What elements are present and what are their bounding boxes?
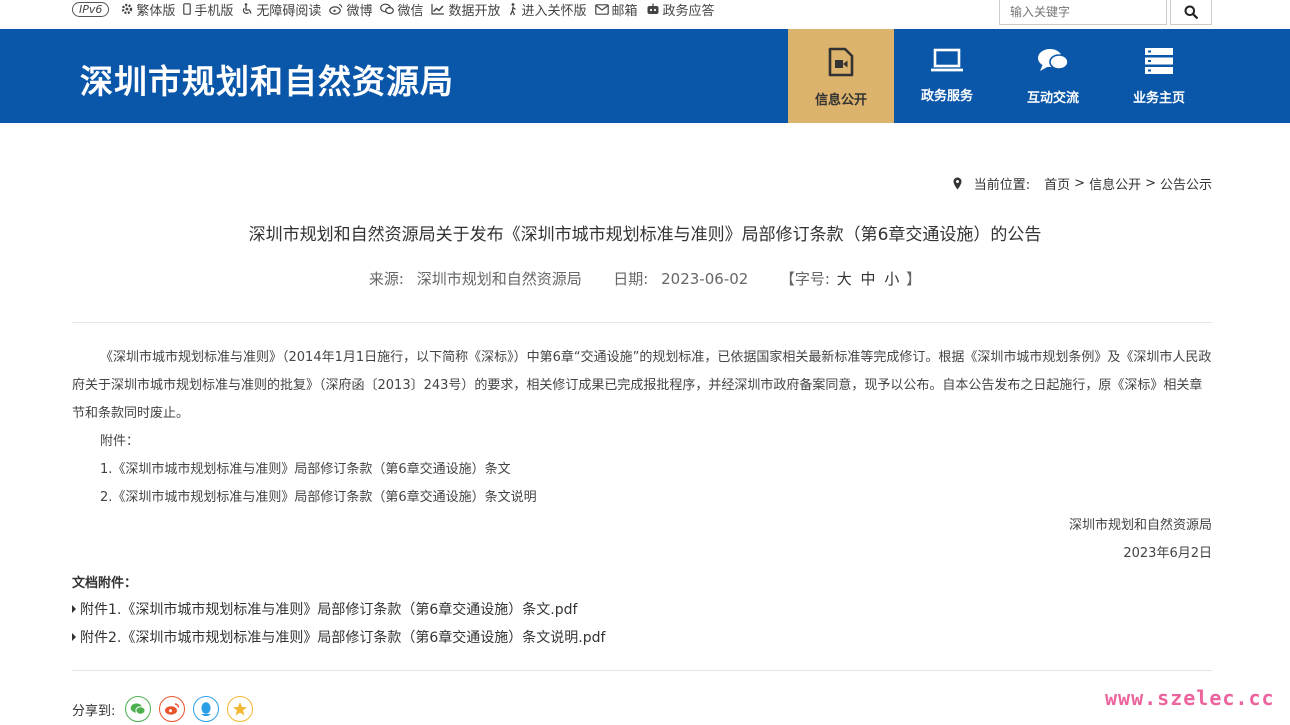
nav-business-home[interactable]: 业务主页 xyxy=(1106,29,1212,123)
font-size-medium[interactable]: 中 xyxy=(861,270,876,288)
top-utility-bar: IPv6 繁体版 手机版 无障碍阅读 微博 微信 数据开放 进入关怀版 邮箱 政… xyxy=(0,0,1290,29)
ipv6-badge: IPv6 xyxy=(72,1,110,17)
divider xyxy=(72,322,1212,323)
breadcrumb-home[interactable]: 首页 xyxy=(1044,174,1070,193)
source-value: 深圳市规划和自然资源局 xyxy=(416,270,582,288)
qq-penguin-icon xyxy=(201,702,212,716)
article-content: 《深圳市城市规划标准与准则》（2014年1月1日施行，以下简称《深标》）中第6章… xyxy=(72,344,1212,568)
divider xyxy=(72,670,1212,671)
share-label: 分享到: xyxy=(72,703,116,719)
share-wechat-button[interactable] xyxy=(125,696,152,722)
share-qq-button[interactable] xyxy=(193,696,220,722)
nav-government-services[interactable]: 政务服务 xyxy=(894,29,1000,123)
nav-info-disclosure[interactable]: 信息公开 xyxy=(788,29,894,123)
wechat-icon xyxy=(380,3,395,15)
file-attachments-heading: 文档附件： xyxy=(72,576,138,591)
font-size-bracket: 】 xyxy=(906,270,922,288)
date-value: 2023-06-02 xyxy=(661,270,749,288)
font-size-large[interactable]: 大 xyxy=(837,270,852,288)
server-list-icon xyxy=(1145,48,1173,74)
breadcrumb-separator: > xyxy=(1074,176,1086,191)
wechat-icon xyxy=(131,703,146,715)
mailbox-link[interactable]: 邮箱 xyxy=(594,0,638,19)
robot-icon xyxy=(647,3,659,14)
source-label: 来源: xyxy=(368,270,404,288)
wechat-link[interactable]: 微信 xyxy=(380,0,423,19)
file-attachment-link[interactable]: 附件1.《深圳市城市规划标准与准则》局部修订条款（第6章交通设施）条文.pdf xyxy=(72,599,577,619)
article-title: 深圳市规划和自然资源局关于发布《深圳市城市规划标准与准则》局部修订条款（第6章交… xyxy=(248,225,1042,245)
site-title[interactable]: 深圳市规划和自然资源局 xyxy=(80,55,454,103)
nav-label: 政务服务 xyxy=(920,89,973,104)
laptop-icon xyxy=(931,48,963,72)
file-attachment-link[interactable]: 附件2.《深圳市城市规划标准与准则》局部修订条款（第6章交通设施）条文说明.pd… xyxy=(72,627,605,647)
article-meta: 来源: 深圳市规划和自然资源局 日期: 2023-06-02 【字号: 大 中 … xyxy=(0,268,1290,289)
main-nav: 信息公开 政务服务 互动交流 业务主页 xyxy=(788,29,1212,123)
attachments-label: 附件： xyxy=(100,434,140,449)
caret-right-icon xyxy=(72,633,76,641)
elder-care-version-link[interactable]: 进入关怀版 xyxy=(508,0,587,19)
font-size-label: 【字号: xyxy=(779,270,830,288)
nav-interaction[interactable]: 互动交流 xyxy=(1000,29,1106,123)
line-chart-icon xyxy=(431,4,445,15)
nav-label: 互动交流 xyxy=(1026,91,1079,106)
share-bar: 分享到: xyxy=(72,696,261,722)
location-pin-icon xyxy=(953,177,962,190)
gear-icon xyxy=(122,3,133,15)
watermark: www.szelec.cc xyxy=(1105,686,1275,710)
mobile-icon xyxy=(183,3,192,15)
font-size-small[interactable]: 小 xyxy=(884,270,899,288)
search-button[interactable] xyxy=(1170,0,1212,25)
star-icon xyxy=(233,702,248,716)
open-data-link[interactable]: 数据开放 xyxy=(431,0,500,19)
utility-links: IPv6 繁体版 手机版 无障碍阅读 微博 微信 数据开放 进入关怀版 邮箱 政… xyxy=(72,0,723,19)
site-header: 深圳市规划和自然资源局 信息公开 政务服务 互动交流 业务主页 xyxy=(0,29,1290,123)
attachment-line: 1.《深圳市城市规划标准与准则》局部修订条款（第6章交通设施）条文 xyxy=(100,462,511,477)
mobile-version-link[interactable]: 手机版 xyxy=(183,0,233,19)
traditional-chinese-link[interactable]: 繁体版 xyxy=(121,0,175,19)
government-qa-link[interactable]: 政务应答 xyxy=(646,0,715,19)
accessibility-link[interactable]: 无障碍阅读 xyxy=(241,0,321,19)
share-weibo-button[interactable] xyxy=(159,696,186,722)
signature: 深圳市规划和自然资源局 xyxy=(1068,518,1212,533)
article-paragraph: 《深圳市城市规划标准与准则》（2014年1月1日施行，以下简称《深标》）中第6章… xyxy=(72,350,1212,421)
breadcrumb-label: 当前位置: xyxy=(973,178,1031,193)
wheelchair-icon xyxy=(243,3,253,15)
breadcrumb: 当前位置: 首页 > 信息公开 > 公告公示 xyxy=(953,174,1212,193)
sign-date: 2023年6月2日 xyxy=(1123,546,1212,561)
mail-icon xyxy=(594,3,609,15)
nav-label: 业务主页 xyxy=(1132,91,1185,106)
weibo-link[interactable]: 微博 xyxy=(329,0,372,19)
search-input[interactable] xyxy=(999,0,1167,25)
chat-bubbles-icon xyxy=(1038,49,1069,71)
search-icon xyxy=(1184,5,1198,19)
breadcrumb-announcements[interactable]: 公告公示 xyxy=(1160,174,1212,193)
breadcrumb-separator: > xyxy=(1145,176,1156,191)
document-video-icon xyxy=(828,47,854,77)
share-qzone-button[interactable] xyxy=(227,696,254,722)
walking-person-icon xyxy=(510,2,517,15)
caret-right-icon xyxy=(72,605,76,613)
attachment-line: 2.《深圳市城市规划标准与准则》局部修订条款（第6章交通设施）条文说明 xyxy=(100,490,537,505)
nav-label: 信息公开 xyxy=(814,93,867,108)
breadcrumb-info-disclosure[interactable]: 信息公开 xyxy=(1089,174,1141,193)
weibo-icon xyxy=(165,703,180,715)
date-label: 日期: xyxy=(613,270,649,288)
weibo-icon xyxy=(329,3,343,15)
